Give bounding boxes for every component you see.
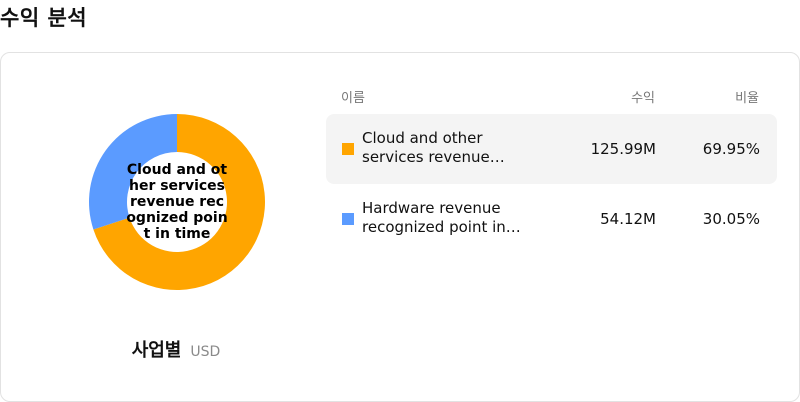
donut-chart: Cloud and other services revenue recogni… — [89, 114, 265, 290]
row-name: Cloud and other services revenue… — [362, 129, 505, 166]
chart-caption-unit: USD — [190, 344, 221, 360]
row-revenue: 125.99M — [590, 140, 656, 158]
row-name: Hardware revenue recognized point in… — [362, 199, 521, 236]
row-share: 30.05% — [702, 210, 760, 228]
table-header: 이름 수익 비율 — [341, 87, 761, 107]
chart-caption: 사업별 USD — [1, 336, 351, 362]
header-name: 이름 — [341, 91, 365, 106]
page-title: 수익 분석 — [0, 6, 88, 30]
legend-swatch-orange — [342, 143, 354, 155]
table-row[interactable]: Hardware revenue recognized point in… 54… — [326, 184, 777, 254]
revenue-card: Cloud and other services revenue recogni… — [0, 52, 800, 402]
header-revenue: 수익 — [631, 91, 655, 106]
legend-swatch-blue — [342, 213, 354, 225]
header-share: 비율 — [735, 91, 759, 106]
row-share: 69.95% — [702, 140, 760, 158]
table-row[interactable]: Cloud and other services revenue… 125.99… — [326, 114, 777, 184]
donut-center-label: Cloud and other services revenue recogni… — [126, 162, 228, 242]
row-revenue: 54.12M — [600, 210, 656, 228]
chart-caption-title: 사업별 — [131, 340, 182, 361]
